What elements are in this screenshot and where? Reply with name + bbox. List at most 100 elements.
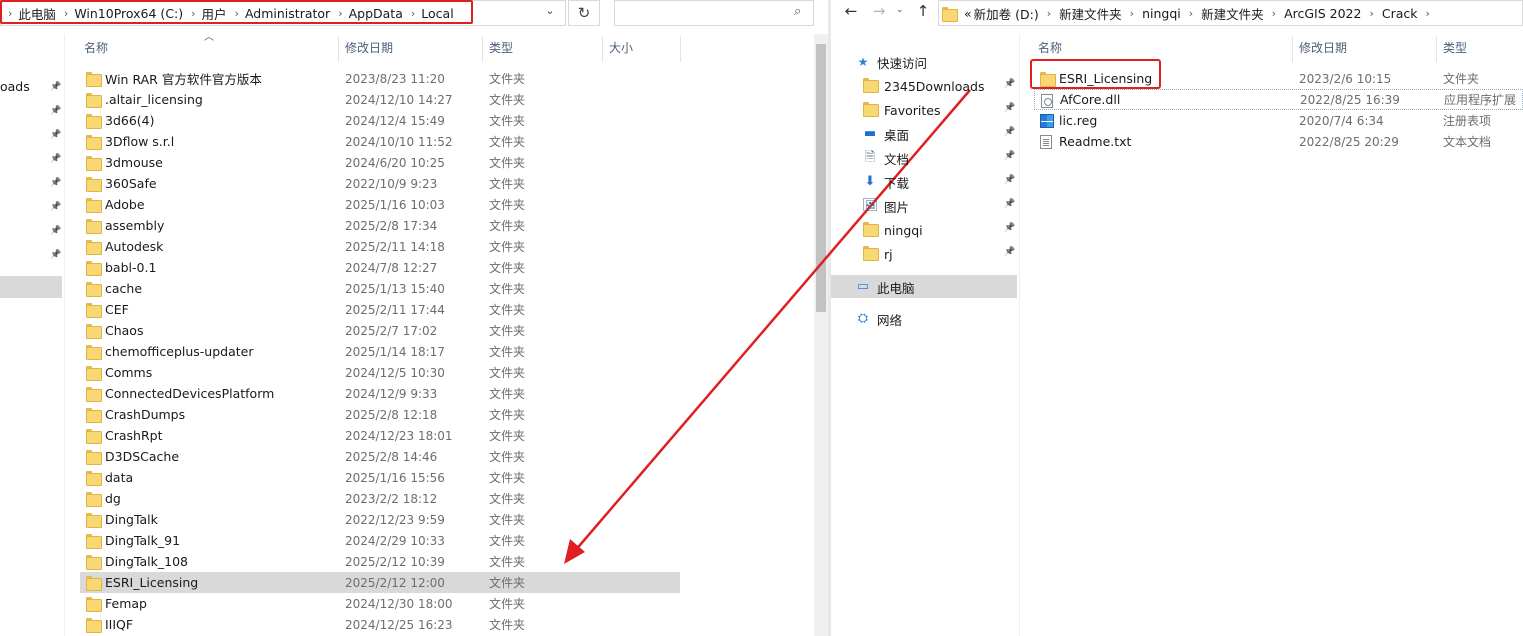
pin-icon[interactable]: 📌 [1004,127,1015,137]
breadcrumb-item[interactable]: 新建文件夹 [1201,4,1264,23]
column-date-header[interactable]: 修改日期 [1295,34,1347,62]
file-row[interactable]: cache 2025/1/13 15:40 文件夹 [80,278,680,299]
pin-icon[interactable]: 📌 [1004,103,1015,113]
nav-item[interactable]: rj [862,243,893,265]
file-row[interactable]: DingTalk_108 2025/2/12 10:39 文件夹 [80,551,680,572]
pin-icon[interactable]: 📌 [50,106,61,118]
pin-icon[interactable]: 📌 [50,82,61,94]
file-row[interactable]: DingTalk_91 2024/2/29 10:33 文件夹 [80,530,680,551]
pane-divider[interactable] [64,34,65,636]
file-row[interactable]: Autodesk 2025/2/11 14:18 文件夹 [80,236,680,257]
pin-icon[interactable]: 📌 [1004,151,1015,161]
pin-icon[interactable]: 📌 [1004,199,1015,209]
breadcrumb-item[interactable]: 新加卷 (D:) [974,4,1039,23]
file-row[interactable]: babl-0.1 2024/7/8 12:27 文件夹 [80,257,680,278]
left-search-input[interactable] [614,0,814,26]
file-row[interactable]: Adobe 2025/1/16 10:03 文件夹 [80,194,680,215]
nav-item-selected[interactable] [0,276,62,298]
file-row[interactable]: chemofficeplus-updater 2025/1/14 18:17 文件夹 [80,341,680,362]
file-row[interactable]: CEF 2025/2/11 17:44 文件夹 [80,299,680,320]
column-divider[interactable] [680,36,681,62]
nav-item[interactable]: ⛭ 网络 [855,308,902,330]
pin-icon[interactable]: 📌 [1004,223,1015,233]
pin-icon[interactable]: 📌 [1004,175,1015,185]
file-row[interactable]: lic.reg 2020/7/4 6:34 注册表项 [1034,110,1523,131]
file-type: 文件夹 [489,345,526,359]
file-row[interactable]: CrashDumps 2025/2/8 12:18 文件夹 [80,404,680,425]
file-row[interactable]: CrashRpt 2024/12/23 18:01 文件夹 [80,425,680,446]
file-row[interactable]: Comms 2024/12/5 10:30 文件夹 [80,362,680,383]
file-row[interactable]: ESRI_Licensing 2025/2/12 12:00 文件夹 [80,572,680,593]
file-row[interactable]: dg 2023/2/2 18:12 文件夹 [80,488,680,509]
breadcrumb-chevron-icon[interactable]: › [1418,7,1438,20]
search-icon[interactable]: ⌕ [794,4,810,20]
file-row[interactable]: ConnectedDevicesPlatform 2024/12/9 9:33 文件… [80,383,680,404]
column-date-header[interactable]: 修改日期 [341,34,393,62]
nav-item[interactable]: ★ 快速访问 [855,51,927,73]
column-divider[interactable] [602,36,603,62]
pin-icon[interactable]: 📌 [1004,79,1015,89]
column-size-header[interactable]: 大小 [605,34,633,62]
pin-icon[interactable]: 📌 [50,250,61,262]
file-row[interactable]: DingTalk 2022/12/23 9:59 文件夹 [80,509,680,530]
file-row[interactable]: data 2025/1/16 15:56 文件夹 [80,467,680,488]
pin-icon[interactable]: 📌 [50,226,61,238]
file-row[interactable]: Chaos 2025/2/7 17:02 文件夹 [80,320,680,341]
column-divider[interactable] [1292,36,1293,62]
file-type: 文件夹 [489,618,526,632]
breadcrumb-chevron-icon[interactable]: › [1122,7,1142,20]
pin-icon[interactable]: 📌 [50,202,61,214]
file-row[interactable]: 3Dflow s.r.l 2024/10/10 11:52 文件夹 [80,131,680,152]
column-type-header[interactable]: 类型 [485,34,513,62]
file-row[interactable]: Femap 2024/12/30 18:00 文件夹 [80,593,680,614]
nav-item[interactable]: ningqi [862,219,923,241]
file-row[interactable]: D3DSCache 2025/2/8 14:46 文件夹 [80,446,680,467]
file-row[interactable]: 3dmouse 2024/6/20 10:25 文件夹 [80,152,680,173]
file-row[interactable]: IIIQF 2024/12/25 16:23 文件夹 [80,614,680,635]
file-row[interactable]: Win RAR 官方软件官方版本 2023/8/23 11:20 文件夹 [80,68,680,89]
nav-item[interactable]: ⬇ 下载 [862,171,909,193]
file-name: CEF [105,302,129,317]
breadcrumb-chevron-icon[interactable]: › [1039,7,1059,20]
nav-item[interactable]: Favorites [862,99,940,121]
up-arrow-icon[interactable]: ↑ [914,2,932,24]
pin-icon[interactable]: 📌 [50,130,61,142]
column-divider[interactable] [338,36,339,62]
breadcrumb-chevron-icon[interactable]: › [1181,7,1201,20]
nav-item[interactable]: ▬ 桌面 [862,123,909,145]
address-dropdown-icon[interactable]: ⌄ [540,4,560,22]
file-row[interactable]: .altair_licensing 2024/12/10 14:27 文件夹 [80,89,680,110]
file-row[interactable]: 3d66(4) 2024/12/4 15:49 文件夹 [80,110,680,131]
file-date: 2024/12/25 16:23 [345,617,453,632]
pane-divider[interactable] [1019,34,1020,636]
column-name-header[interactable]: 名称 [80,34,108,62]
breadcrumb-item[interactable]: ArcGIS 2022 [1284,6,1361,21]
nav-item-downloads-partial[interactable]: oads [0,79,30,94]
recent-locations-chevron-icon[interactable]: ⌄ [896,5,908,21]
pin-icon[interactable]: 📌 [1004,247,1015,257]
refresh-button[interactable]: ↻ [568,0,600,26]
file-row[interactable]: assembly 2025/2/8 17:34 文件夹 [80,215,680,236]
breadcrumb-overflow[interactable]: « [964,6,972,21]
breadcrumb-chevron-icon[interactable]: › [1361,7,1381,20]
nav-item[interactable]: 🖼 图片 [862,195,909,217]
pin-icon[interactable]: 📌 [50,178,61,190]
nav-item[interactable]: ▭ 此电脑 [855,276,915,298]
breadcrumb-item[interactable]: Crack [1382,6,1418,21]
column-divider[interactable] [1436,36,1437,62]
forward-arrow-icon[interactable]: → [870,2,888,24]
nav-item[interactable]: 🗎 文档 [862,147,909,169]
left-scrollbar-thumb[interactable] [816,44,826,312]
breadcrumb-item[interactable]: ningqi [1142,6,1181,21]
column-type-header[interactable]: 类型 [1439,34,1467,62]
file-row[interactable]: 360Safe 2022/10/9 9:23 文件夹 [80,173,680,194]
breadcrumb-item[interactable]: 新建文件夹 [1059,4,1122,23]
file-row[interactable]: AfCore.dll 2022/8/25 16:39 应用程序扩展 [1034,89,1523,110]
back-arrow-icon[interactable]: ← [842,2,860,24]
pin-icon[interactable]: 📌 [50,154,61,166]
column-divider[interactable] [482,36,483,62]
file-row[interactable]: Readme.txt 2022/8/25 20:29 文本文档 [1034,131,1523,152]
column-name-header[interactable]: 名称 [1034,34,1062,62]
nav-item[interactable]: 2345Downloads [862,75,984,97]
breadcrumb-chevron-icon[interactable]: › [1264,7,1284,20]
